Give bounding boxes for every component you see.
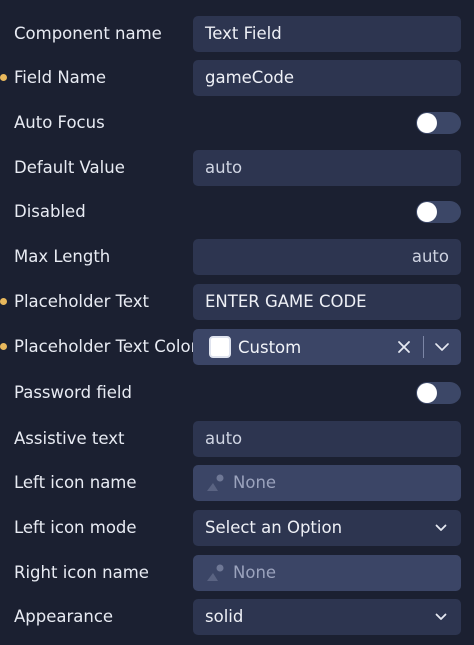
prop-row-component-name: Component name Text Field xyxy=(0,16,474,52)
password-field-toggle[interactable] xyxy=(416,382,461,404)
prop-row-left-icon-mode: Left icon mode Select an Option xyxy=(0,510,474,546)
prop-row-assistive-text: Assistive text auto xyxy=(0,421,474,457)
image-placeholder-icon xyxy=(207,474,224,491)
required-indicator xyxy=(0,74,7,81)
prop-label: Appearance xyxy=(14,607,114,626)
auto-focus-toggle[interactable] xyxy=(416,112,461,134)
select-value: Select an Option xyxy=(205,518,343,537)
prop-row-placeholder-text-color: Placeholder Text Color Custom xyxy=(0,329,474,365)
prop-row-password-field: Password field xyxy=(0,375,474,411)
prop-label: Component name xyxy=(14,24,162,43)
chevron-down-icon xyxy=(435,613,447,620)
toggle-knob xyxy=(417,202,437,222)
properties-panel: Component name Text Field Field Name gam… xyxy=(0,0,474,645)
max-length-input[interactable]: auto xyxy=(193,239,461,275)
close-icon[interactable] xyxy=(397,340,411,354)
divider xyxy=(423,336,424,358)
chevron-down-icon[interactable] xyxy=(435,341,449,353)
select-value: solid xyxy=(205,607,244,626)
appearance-select[interactable]: solid xyxy=(193,599,461,635)
left-icon-mode-select[interactable]: Select an Option xyxy=(193,510,461,546)
prop-row-max-length: Max Length auto xyxy=(0,239,474,275)
right-icon-name-picker[interactable]: None xyxy=(193,555,461,591)
prop-label: Field Name xyxy=(14,68,107,87)
placeholder-color-select[interactable]: Custom xyxy=(193,329,461,365)
prop-row-placeholder-text: Placeholder Text ENTER GAME CODE xyxy=(0,284,474,320)
left-icon-name-picker[interactable]: None xyxy=(193,465,461,501)
prop-row-auto-focus: Auto Focus xyxy=(0,105,474,141)
prop-label: Password field xyxy=(14,383,132,402)
prop-label: Placeholder Text xyxy=(14,292,150,311)
prop-label: Assistive text xyxy=(14,429,125,448)
required-indicator xyxy=(0,298,7,305)
icon-value: None xyxy=(233,563,277,582)
required-indicator xyxy=(0,343,7,350)
prop-row-field-name: Field Name gameCode xyxy=(0,60,474,96)
color-swatch[interactable] xyxy=(209,336,231,358)
prop-label: Left icon name xyxy=(14,473,137,492)
prop-label: Max Length xyxy=(14,247,111,266)
prop-label: Right icon name xyxy=(14,563,149,582)
prop-row-appearance: Appearance solid xyxy=(0,599,474,635)
prop-label: Left icon mode xyxy=(14,518,137,537)
image-placeholder-icon xyxy=(207,564,224,581)
assistive-text-input[interactable]: auto xyxy=(193,421,461,457)
prop-label: Auto Focus xyxy=(14,113,105,132)
chevron-down-icon xyxy=(435,524,447,531)
prop-row-default-value: Default Value auto xyxy=(0,150,474,186)
prop-row-left-icon-name: Left icon name None xyxy=(0,465,474,501)
placeholder-text-input[interactable]: ENTER GAME CODE xyxy=(193,284,461,320)
prop-row-right-icon-name: Right icon name None xyxy=(0,555,474,591)
field-name-input[interactable]: gameCode xyxy=(193,60,461,96)
prop-label: Disabled xyxy=(14,202,86,221)
disabled-toggle[interactable] xyxy=(416,201,461,223)
toggle-knob xyxy=(417,383,437,403)
prop-row-disabled: Disabled xyxy=(0,194,474,230)
prop-label: Default Value xyxy=(14,158,125,177)
prop-label: Placeholder Text Color xyxy=(14,337,198,356)
component-name-input[interactable]: Text Field xyxy=(193,16,461,52)
default-value-input[interactable]: auto xyxy=(193,150,461,186)
icon-value: None xyxy=(233,473,277,492)
toggle-knob xyxy=(417,113,437,133)
color-value: Custom xyxy=(238,337,302,357)
